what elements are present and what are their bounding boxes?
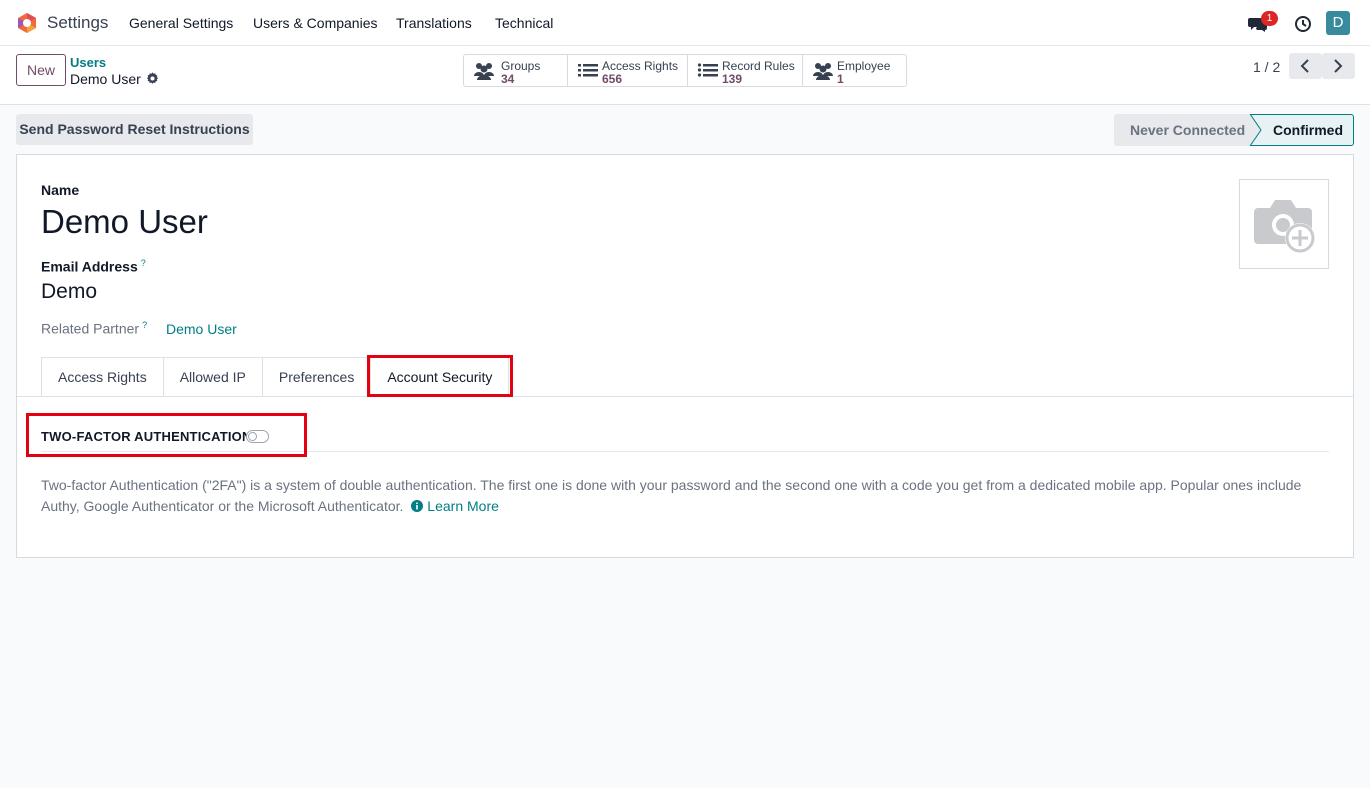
help-icon[interactable]: ?	[141, 258, 146, 268]
control-panel: New Users Demo User Groups 34 Access Rig…	[0, 46, 1370, 105]
send-password-reset-button[interactable]: Send Password Reset Instructions	[16, 114, 253, 145]
related-partner-link[interactable]: Demo User	[166, 321, 237, 337]
pager-next-button[interactable]	[1322, 53, 1355, 79]
status-never-connected[interactable]: Never Connected	[1114, 114, 1250, 146]
breadcrumb-current: Demo User	[70, 71, 141, 87]
form-sheet: Name Demo User Email Address? Demo Relat…	[16, 154, 1354, 558]
status-arrow-icon	[1248, 114, 1262, 146]
related-partner-label: Related Partner?	[41, 320, 147, 337]
email-label-text: Email Address	[41, 258, 138, 275]
highlight-box-two-factor	[26, 413, 307, 457]
list-icon	[578, 64, 598, 77]
notification-badge: 1	[1261, 11, 1278, 26]
chevron-right-icon	[1334, 59, 1343, 73]
app-title[interactable]: Settings	[47, 13, 108, 33]
smart-value: 34	[501, 72, 515, 86]
pager-previous-button[interactable]	[1289, 53, 1322, 79]
user-avatar[interactable]: D	[1326, 11, 1350, 35]
menu-users-companies[interactable]: Users & Companies	[253, 15, 378, 31]
clock-icon[interactable]	[1292, 13, 1314, 35]
new-button[interactable]: New	[16, 54, 66, 86]
top-navbar: Settings General Settings Users & Compan…	[0, 0, 1370, 46]
smart-label: Access Rights	[602, 59, 679, 73]
email-field[interactable]: Demo	[41, 280, 97, 304]
email-label: Email Address?	[41, 258, 146, 275]
app-logo-icon[interactable]	[16, 12, 38, 34]
help-icon[interactable]: ?	[142, 320, 147, 330]
gear-icon[interactable]	[146, 72, 159, 85]
two-factor-description: Two-factor Authentication ("2FA") is a s…	[41, 475, 1331, 517]
menu-technical[interactable]: Technical	[495, 15, 553, 31]
description-text: Two-factor Authentication ("2FA") is a s…	[41, 477, 1302, 514]
smart-label: Groups	[501, 59, 541, 73]
users-icon	[813, 63, 833, 80]
smart-label: Employee	[837, 59, 891, 73]
smart-button-record-rules[interactable]: Record Rules 139	[688, 55, 803, 86]
name-field[interactable]: Demo User	[41, 203, 208, 241]
chevron-left-icon	[1300, 59, 1309, 73]
highlight-box-tab	[367, 355, 513, 397]
smart-value: 1	[837, 72, 844, 86]
name-label: Name	[41, 182, 80, 198]
related-partner-label-text: Related Partner	[41, 320, 140, 337]
menu-translations[interactable]: Translations	[396, 15, 472, 31]
camera-plus-icon	[1254, 200, 1315, 253]
smart-value: 656	[602, 72, 623, 86]
users-icon	[474, 63, 494, 80]
smart-button-employee[interactable]: Employee 1	[803, 55, 906, 86]
tab-allowed-ip[interactable]: Allowed IP	[162, 357, 262, 397]
smart-button-access-rights[interactable]: Access Rights 656	[568, 55, 688, 86]
smart-buttons: Groups 34 Access Rights 656 Record Rules…	[463, 54, 907, 87]
smart-label: Record Rules	[722, 59, 795, 73]
smart-value: 139	[722, 72, 743, 86]
info-icon	[411, 500, 424, 512]
pager-value[interactable]: 1 / 2	[1253, 59, 1280, 75]
menu-general-settings[interactable]: General Settings	[129, 15, 233, 31]
smart-button-groups[interactable]: Groups 34	[464, 55, 568, 86]
status-confirmed[interactable]: Confirmed	[1248, 114, 1354, 146]
tab-access-rights[interactable]: Access Rights	[41, 357, 163, 397]
breadcrumb-users[interactable]: Users	[70, 55, 106, 70]
list-icon	[697, 63, 718, 77]
tab-preferences[interactable]: Preferences	[261, 357, 371, 397]
avatar-upload[interactable]	[1239, 179, 1329, 269]
learn-more-link[interactable]: Learn More	[427, 498, 499, 514]
